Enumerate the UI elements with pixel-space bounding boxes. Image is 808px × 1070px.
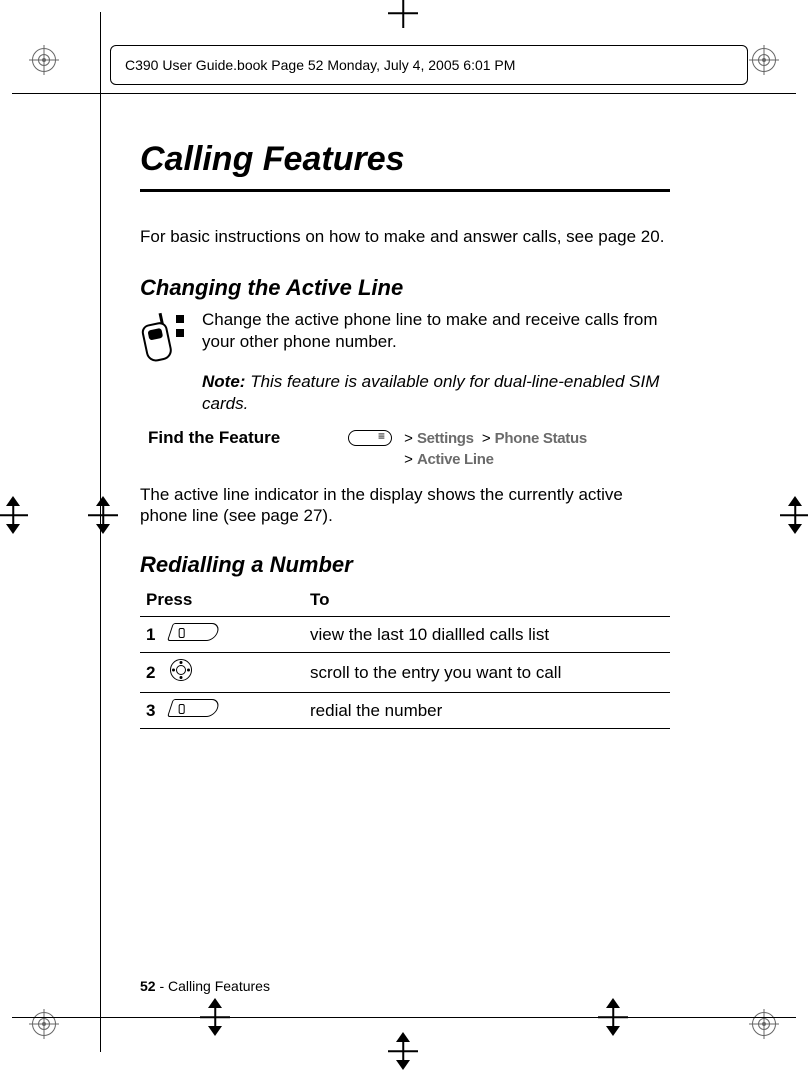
note-body: This feature is available only for dual-… [202,372,659,412]
registration-mark-icon [752,1012,776,1036]
note-text: Note: This feature is available only for… [202,371,670,414]
crop-mark-icon [0,500,28,530]
crop-mark-icon [780,500,808,530]
dual-line-phone-icon [140,309,190,365]
crop-mark-icon [388,1036,418,1066]
step-number: 1 [140,617,164,653]
nav-key-icon [170,659,192,681]
intro-text: For basic instructions on how to make an… [140,226,670,247]
registration-mark-icon [32,1012,56,1036]
frame-line [100,12,101,1052]
crop-mark-icon [88,500,118,530]
steps-table: Press To 1 view the last 10 diallled cal… [140,586,670,729]
note-label: Note: [202,372,245,391]
registration-mark-icon [752,48,776,72]
nav-step: Phone Status [495,430,587,447]
step-desc: redial the number [304,693,670,729]
step-key [164,653,304,693]
table-header-to: To [304,586,670,617]
send-key-icon [167,623,221,641]
page-footer: 52 - Calling Features [140,978,270,994]
section-heading: Redialling a Number [140,552,670,578]
table-row: 1 view the last 10 diallled calls list [140,617,670,653]
footer-separator: - [156,978,168,994]
document-header-text: C390 User Guide.book Page 52 Monday, Jul… [125,57,515,73]
document-header: C390 User Guide.book Page 52 Monday, Jul… [110,45,748,85]
table-row: 2 scroll to the entry you want to call [140,653,670,693]
section-intro-text: Change the active phone line to make and… [202,309,670,365]
menu-key-icon [348,430,392,446]
crop-mark-icon [388,0,418,28]
page-title: Calling Features [140,140,670,192]
section-body-text: The active line indicator in the display… [140,484,670,527]
table-row: 3 redial the number [140,693,670,729]
find-feature-row: Find the Feature >Settings >Phone Status… [148,428,670,470]
step-number: 2 [140,653,164,693]
frame-line [12,93,796,94]
step-desc: view the last 10 diallled calls list [304,617,670,653]
footer-section: Calling Features [168,978,270,994]
page-content: Calling Features For basic instructions … [140,140,670,729]
nav-step: Active Line [417,451,494,468]
registration-mark-icon [32,48,56,72]
nav-step: Settings [417,430,474,447]
table-header-press: Press [140,586,304,617]
step-key [164,617,304,653]
step-key [164,693,304,729]
step-desc: scroll to the entry you want to call [304,653,670,693]
frame-line [12,1017,796,1018]
find-feature-path: >Settings >Phone Status >Active Line [348,428,587,470]
page-number: 52 [140,978,156,994]
send-key-icon [167,699,221,717]
section-heading: Changing the Active Line [140,275,670,301]
step-number: 3 [140,693,164,729]
find-feature-label: Find the Feature [148,428,348,470]
